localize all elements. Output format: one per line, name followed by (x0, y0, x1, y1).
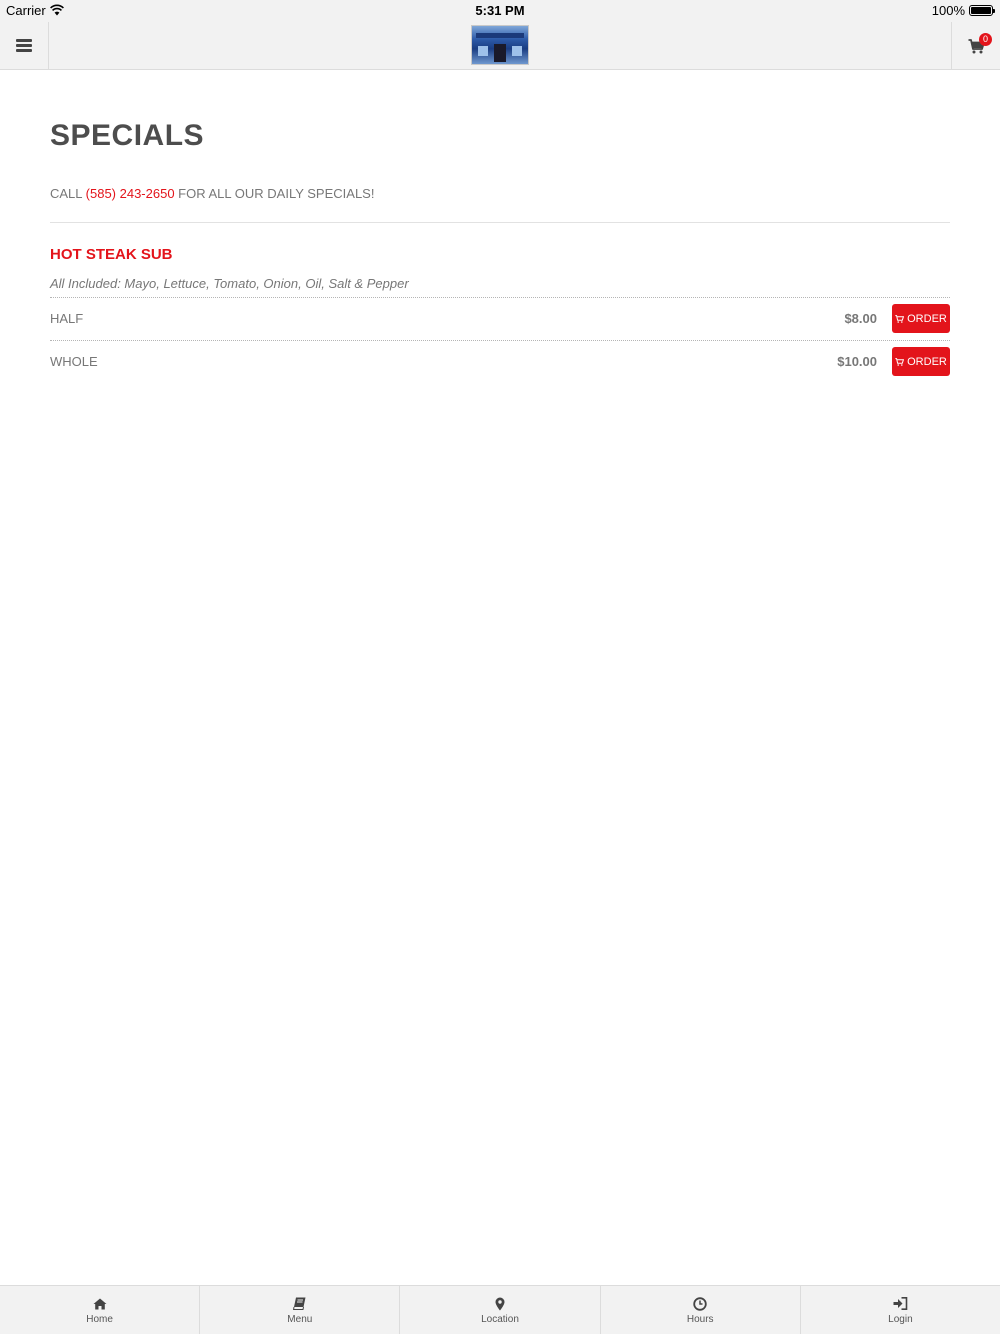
intro-text-before: CALL (50, 186, 86, 201)
restaurant-logo[interactable] (471, 25, 529, 65)
hamburger-icon (16, 39, 32, 52)
clock-time: 5:31 PM (475, 3, 525, 18)
price-row: HALF $8.00 ORDER (50, 297, 950, 340)
item-name: HOT STEAK SUB (50, 246, 173, 263)
order-label: ORDER (907, 355, 947, 368)
battery-percent: 100% (931, 3, 965, 18)
cart-button[interactable]: 0 (951, 22, 1000, 69)
cart-icon (895, 357, 905, 366)
nav-hours[interactable]: Hours (601, 1286, 801, 1334)
nav-menu-label: Menu (287, 1313, 313, 1325)
price-list: HALF $8.00 ORDER WHOLE $10.00 ORDER (50, 297, 950, 383)
status-bar: Carrier 5:31 PM 100% (0, 0, 1000, 22)
item-description: All Included: Mayo, Lettuce, Tomato, Oni… (50, 276, 409, 291)
intro-text-after: FOR ALL OUR DAILY SPECIALS! (174, 186, 375, 201)
nav-login[interactable]: Login (801, 1286, 1000, 1334)
price-row: WHOLE $10.00 ORDER (50, 340, 950, 383)
map-pin-icon (495, 1296, 505, 1312)
battery-icon (969, 5, 995, 16)
nav-menu[interactable]: Menu (200, 1286, 401, 1334)
order-button[interactable]: ORDER (892, 347, 950, 376)
clock-icon (693, 1296, 707, 1312)
price-label: $8.00 (844, 311, 877, 326)
top-app-bar: 0 (0, 22, 1000, 70)
main-content: SPECIALS CALL (585) 243-2650 FOR ALL OUR… (50, 70, 950, 383)
home-icon (93, 1296, 107, 1312)
nav-home-label: Home (86, 1313, 113, 1325)
nav-location-label: Location (481, 1313, 519, 1325)
section-divider (50, 222, 950, 223)
nav-hours-label: Hours (686, 1313, 714, 1325)
menu-button[interactable] (0, 22, 49, 69)
cart-count-badge: 0 (979, 33, 992, 46)
size-label: HALF (50, 311, 84, 326)
price-label: $10.00 (837, 354, 877, 369)
phone-link[interactable]: (585) 243-2650 (86, 186, 175, 201)
nav-home[interactable]: Home (0, 1286, 201, 1334)
size-label: WHOLE (50, 354, 98, 369)
specials-intro: CALL (585) 243-2650 FOR ALL OUR DAILY SP… (50, 184, 950, 204)
page-title: SPECIALS (50, 119, 205, 152)
cart-icon (895, 314, 905, 323)
book-icon (293, 1296, 306, 1312)
bottom-nav: Home Menu Location Hours Login (0, 1285, 1000, 1334)
sign-in-icon (893, 1296, 908, 1312)
order-button[interactable]: ORDER (892, 304, 950, 333)
order-label: ORDER (907, 312, 947, 325)
nav-login-label: Login (888, 1313, 913, 1325)
nav-location[interactable]: Location (400, 1286, 601, 1334)
